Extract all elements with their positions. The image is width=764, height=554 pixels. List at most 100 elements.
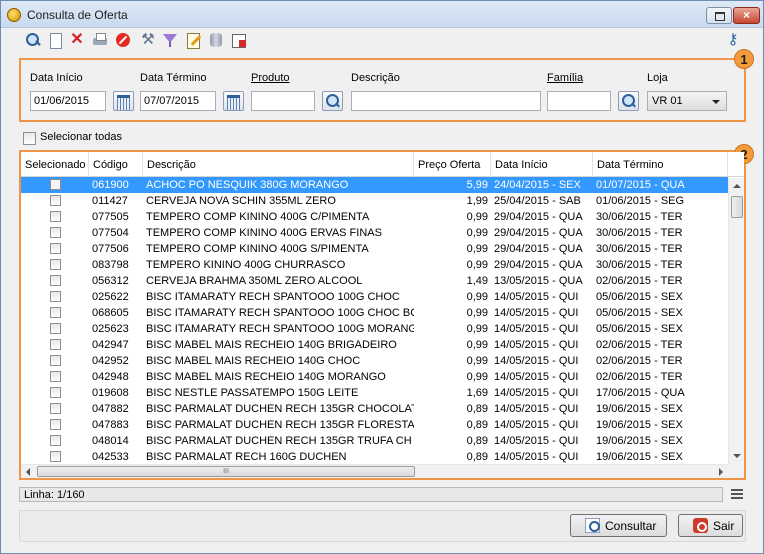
consultar-button[interactable]: Consultar — [570, 514, 667, 537]
table-row[interactable]: 011427 CERVEJA NOVA SCHIN 355ML ZERO 1,99 2… — [21, 193, 728, 209]
table-row[interactable]: 077504 TEMPERO COMP KININO 400G ERVAS FIN… — [21, 225, 728, 241]
cell-preco: 1,69 — [466, 387, 488, 399]
title-bar[interactable]: Consulta de Oferta × — [1, 1, 763, 28]
table-row[interactable]: 042948 BISC MABEL MAIS RECHEIO 140G MORAN… — [21, 369, 728, 385]
scrollbar-corner — [728, 464, 744, 478]
column-header-preco-oferta[interactable]: Preço Oferta — [414, 152, 491, 177]
row-select-checkbox[interactable] — [50, 291, 61, 302]
row-select-checkbox[interactable] — [50, 275, 61, 286]
cell-codigo: 056312 — [92, 275, 129, 287]
cell-preco: 0,99 — [466, 211, 488, 223]
cell-preco: 0,89 — [466, 451, 488, 463]
loja-select[interactable]: VR 01 — [647, 91, 727, 111]
row-select-checkbox[interactable] — [50, 355, 61, 366]
row-select-checkbox[interactable] — [50, 307, 61, 318]
cell-inicio: 24/04/2015 - SEX — [494, 179, 581, 191]
horizontal-scroll-thumb[interactable] — [37, 466, 415, 477]
familia-search-button[interactable] — [618, 91, 639, 111]
scroll-right-icon[interactable] — [719, 468, 723, 476]
cell-termino: 02/06/2015 - TER — [596, 355, 683, 367]
filter-icon[interactable] — [162, 32, 178, 48]
table-row[interactable]: 048014 BISC PARMALAT DUCHEN RECH 135GR TR… — [21, 433, 728, 449]
close-window-button[interactable]: × — [733, 7, 760, 24]
search-icon[interactable] — [25, 32, 41, 48]
row-select-checkbox[interactable] — [50, 195, 61, 206]
table-row[interactable]: 077505 TEMPERO COMP KININO 400G C/PIMENTA… — [21, 209, 728, 225]
column-header-data-termino[interactable]: Data Término — [593, 152, 728, 177]
horizontal-scrollbar[interactable] — [21, 464, 728, 478]
scroll-up-icon[interactable] — [733, 184, 741, 188]
row-select-checkbox[interactable] — [50, 259, 61, 270]
table-row[interactable]: 068605 BISC ITAMARATY RECH SPANTOOO 100G … — [21, 305, 728, 321]
table-row[interactable]: 047882 BISC PARMALAT DUCHEN RECH 135GR CH… — [21, 401, 728, 417]
exit-icon — [693, 518, 709, 533]
edit-icon[interactable] — [185, 32, 201, 49]
table-row[interactable]: 025622 BISC ITAMARATY RECH SPANTOOO 100G … — [21, 289, 728, 305]
sair-button-label: Sair — [713, 519, 735, 533]
cell-descricao: BISC MABEL MAIS RECHEIO 140G BRIGADEIRO — [146, 339, 397, 351]
cell-termino: 02/06/2015 - TER — [596, 371, 683, 383]
row-select-checkbox[interactable] — [50, 371, 61, 382]
produto-search-button[interactable] — [322, 91, 343, 111]
table-row[interactable]: 047883 BISC PARMALAT DUCHEN RECH 135GR FL… — [21, 417, 728, 433]
produto-label[interactable]: Produto — [251, 72, 290, 84]
tools-icon[interactable]: ⚒ — [140, 32, 156, 48]
offers-grid[interactable]: Selecionado Código Descrição Preço Ofert… — [21, 152, 744, 478]
column-header-descricao[interactable]: Descrição — [143, 152, 414, 177]
row-select-checkbox[interactable] — [50, 435, 61, 446]
database-icon[interactable] — [208, 32, 224, 48]
cancel-icon[interactable] — [115, 32, 131, 48]
cell-preco: 0,99 — [466, 307, 488, 319]
cell-termino: 05/06/2015 - SEX — [596, 307, 683, 319]
print-icon[interactable] — [92, 32, 108, 48]
row-select-checkbox[interactable] — [50, 403, 61, 414]
table-row[interactable]: 061900 ACHOC PO NESQUIK 380G MORANGO 5,99 2… — [21, 177, 728, 193]
row-select-checkbox[interactable] — [50, 419, 61, 430]
column-header-data-inicio[interactable]: Data Início — [491, 152, 593, 177]
table-row[interactable]: 056312 CERVEJA BRAHMA 350ML ZERO ALCOOL 1,… — [21, 273, 728, 289]
cell-preco: 0,89 — [466, 403, 488, 415]
select-all-checkbox[interactable] — [23, 132, 36, 145]
export-icon[interactable] — [231, 32, 247, 48]
cell-inicio: 14/05/2015 - QUI — [494, 371, 579, 383]
table-row[interactable]: 042952 BISC MABEL MAIS RECHEIO 140G CHOC 0… — [21, 353, 728, 369]
sair-button[interactable]: Sair — [678, 514, 743, 537]
table-row[interactable]: 042947 BISC MABEL MAIS RECHEIO 140G BRIGA… — [21, 337, 728, 353]
select-all-label[interactable]: Selecionar todas — [40, 131, 122, 143]
key-icon[interactable]: ⚷ — [725, 32, 741, 48]
familia-label[interactable]: Família — [547, 72, 583, 84]
row-select-checkbox[interactable] — [50, 243, 61, 254]
row-select-checkbox[interactable] — [50, 227, 61, 238]
row-select-checkbox[interactable] — [50, 387, 61, 398]
row-select-checkbox[interactable] — [50, 211, 61, 222]
row-select-checkbox[interactable] — [50, 339, 61, 350]
familia-input[interactable] — [547, 91, 611, 111]
menu-icon[interactable] — [731, 489, 743, 500]
cell-descricao: BISC ITAMARATY RECH SPANTOOO 100G MORANG… — [146, 323, 414, 335]
row-select-checkbox[interactable] — [50, 179, 61, 190]
column-header-codigo[interactable]: Código — [89, 152, 143, 177]
delete-icon[interactable]: ✕ — [69, 32, 85, 48]
calendar-inicio-button[interactable] — [113, 91, 134, 111]
vertical-scroll-thumb[interactable] — [731, 196, 743, 218]
new-document-icon[interactable] — [47, 32, 63, 49]
table-row[interactable]: 025623 BISC ITAMARATY RECH SPANTOOO 100G … — [21, 321, 728, 337]
row-select-checkbox[interactable] — [50, 323, 61, 334]
calendar-termino-button[interactable] — [223, 91, 244, 111]
table-row[interactable]: 077506 TEMPERO COMP KININO 400G S/PIMENTA… — [21, 241, 728, 257]
scroll-left-icon[interactable] — [26, 468, 30, 476]
row-select-checkbox[interactable] — [50, 451, 61, 462]
maximize-button[interactable] — [706, 7, 732, 24]
produto-input[interactable] — [251, 91, 315, 111]
descricao-input[interactable] — [351, 91, 541, 111]
column-header-selecionado[interactable]: Selecionado — [21, 152, 89, 177]
window-title: Consulta de Oferta — [27, 8, 128, 22]
scroll-down-icon[interactable] — [733, 454, 741, 458]
vertical-scrollbar[interactable] — [728, 178, 744, 464]
data-termino-input[interactable]: 07/07/2015 — [140, 91, 216, 111]
cell-descricao: BISC ITAMARATY RECH SPANTOOO 100G CHOC B… — [146, 307, 414, 319]
table-row[interactable]: 019608 BISC NESTLE PASSATEMPO 150G LEITE 1… — [21, 385, 728, 401]
table-row[interactable]: 042533 BISC PARMALAT RECH 160G DUCHEN 0,89… — [21, 449, 728, 465]
table-row[interactable]: 083798 TEMPERO KININO 400G CHURRASCO 0,99 2… — [21, 257, 728, 273]
data-inicio-input[interactable]: 01/06/2015 — [30, 91, 106, 111]
